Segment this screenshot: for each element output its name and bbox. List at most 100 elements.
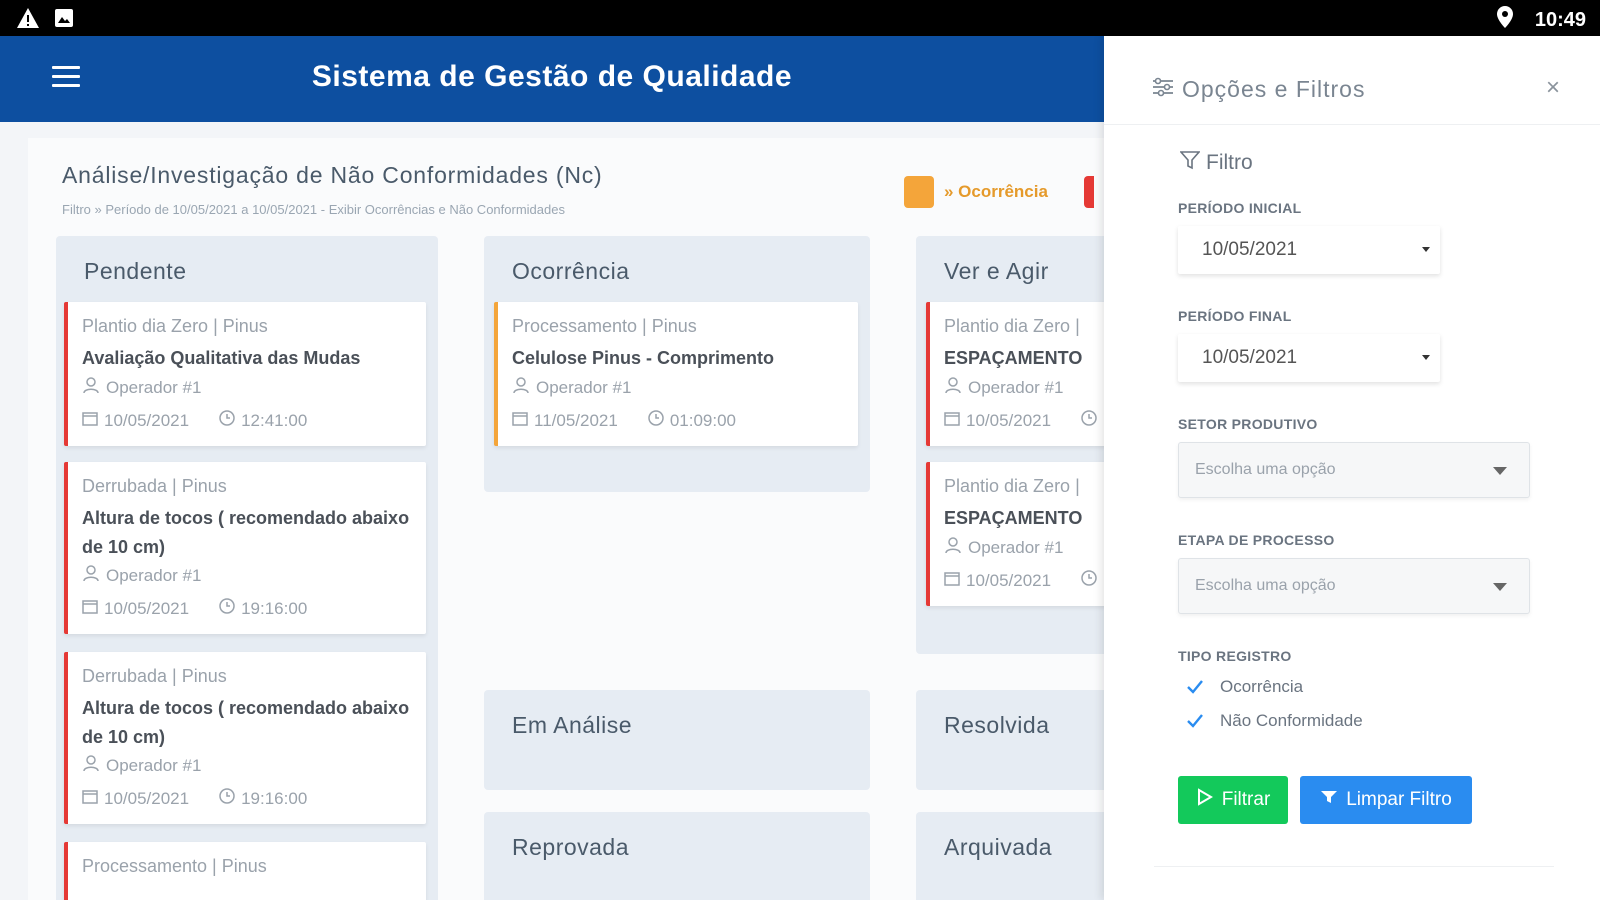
status-bar: 10:49 xyxy=(0,0,1600,36)
card-title: Altura de tocos ( recomendado abaixo de … xyxy=(82,508,410,557)
main-content: Análise/Investigação de Não Conformidade… xyxy=(28,138,1104,900)
checkbox-ocorrencia[interactable]: Ocorrência xyxy=(1184,676,1303,698)
card[interactable]: Plantio dia Zero | Pinus Avaliação Quali… xyxy=(64,302,426,446)
panel-title: Opções e Filtros xyxy=(1182,76,1366,102)
panel-header: Opções e Filtros xyxy=(1152,76,1365,103)
card-category: Plantio dia Zero | xyxy=(944,476,1080,496)
card-operator-row: Operador #1 xyxy=(82,564,201,587)
column-title: Arquivada xyxy=(944,834,1053,860)
card[interactable]: Processamento | Pinus xyxy=(64,842,426,900)
funnel-icon xyxy=(1320,789,1338,811)
card-operator: Operador #1 xyxy=(106,755,202,775)
checkmark-icon xyxy=(1184,676,1206,698)
column-ver-e-agir: Ver e Agir Plantio dia Zero | ESPAÇAMENT… xyxy=(916,236,1104,654)
card-date: 10/05/2021 xyxy=(104,410,190,430)
user-icon xyxy=(82,754,100,777)
checkbox-nao-conformidade[interactable]: Não Conformidade xyxy=(1184,710,1363,732)
clear-filter-button[interactable]: Limpar Filtro xyxy=(1300,776,1472,824)
etapa-processo-select[interactable]: Escolha uma opção xyxy=(1178,558,1530,614)
close-button[interactable]: × xyxy=(1546,74,1560,102)
column-title: Em Análise xyxy=(512,712,633,738)
column-resolvida: Resolvida xyxy=(916,690,1104,790)
user-icon xyxy=(82,564,100,587)
sliders-icon xyxy=(1152,76,1174,103)
clock-icon xyxy=(648,410,664,431)
periodo-inicial-value: 10/05/2021 xyxy=(1202,239,1298,260)
legend-nc-swatch xyxy=(1083,176,1094,208)
card-time: 12:41:00 xyxy=(241,410,308,430)
card-operator-row: Operador #1 xyxy=(944,536,1063,559)
app-bar: Sistema de Gestão de Qualidade xyxy=(0,36,1104,122)
app-title: Sistema de Gestão de Qualidade xyxy=(311,60,793,93)
etapa-processo-placeholder: Escolha uma opção xyxy=(1195,577,1336,594)
column-title: Reprovada xyxy=(512,834,630,860)
image-icon xyxy=(54,8,74,33)
clock-icon xyxy=(219,410,235,431)
column-pendente: Pendente Plantio dia Zero | Pinus Avalia… xyxy=(56,236,438,900)
clock-icon xyxy=(1081,410,1097,431)
card[interactable]: Plantio dia Zero | ESPAÇAMENTO Operador … xyxy=(926,462,1104,606)
play-icon xyxy=(1196,788,1214,812)
column-title: Ocorrência xyxy=(512,258,630,284)
tipo-registro-label: TIPO REGISTRO xyxy=(1178,648,1292,664)
filter-button-label: Filtrar xyxy=(1221,789,1271,810)
card-title: ESPAÇAMENTO xyxy=(944,348,1083,368)
card-datetime-row: 10/05/2021 19:16:00 xyxy=(82,788,307,809)
card-title: Avaliação Qualitativa das Mudas xyxy=(82,348,361,368)
checkmark-icon xyxy=(1184,710,1206,732)
clock-icon xyxy=(219,598,235,619)
card[interactable]: Plantio dia Zero | ESPAÇAMENTO Operador … xyxy=(926,302,1104,446)
calendar-icon xyxy=(82,788,98,809)
card-date: 10/05/2021 xyxy=(104,598,190,618)
divider xyxy=(1104,124,1600,125)
card-operator-row: Operador #1 xyxy=(82,754,201,777)
user-icon xyxy=(944,536,962,559)
card-title: Celulose Pinus - Comprimento xyxy=(512,348,775,368)
card-operator: Operador #1 xyxy=(106,377,202,397)
card[interactable]: Derrubada | Pinus Altura de tocos ( reco… xyxy=(64,652,426,824)
card-time: 19:16:00 xyxy=(241,788,308,808)
periodo-final-label: PERÍODO FINAL xyxy=(1178,308,1292,324)
etapa-processo-label: ETAPA DE PROCESSO xyxy=(1178,532,1335,548)
column-reprovada: Reprovada xyxy=(484,812,870,900)
card-date: 10/05/2021 xyxy=(104,788,190,808)
card-category: Plantio dia Zero | Pinus xyxy=(82,316,268,336)
card-time: 19:16:00 xyxy=(241,598,308,618)
legend-ocorrencia-swatch xyxy=(904,176,934,208)
card-operator: Operador #1 xyxy=(106,565,202,585)
column-title: Resolvida xyxy=(944,712,1050,738)
clock-icon xyxy=(1081,570,1097,591)
card-title: Altura de tocos ( recomendado abaixo de … xyxy=(82,698,410,747)
user-icon xyxy=(82,376,100,399)
caret-down-icon xyxy=(1422,247,1430,252)
card-datetime-row: 10/05/2021 xyxy=(944,570,1097,591)
periodo-final-field[interactable]: 10/05/2021 xyxy=(1178,334,1440,382)
card-category: Processamento | Pinus xyxy=(512,316,697,336)
card-category: Derrubada | Pinus xyxy=(82,476,227,496)
periodo-inicial-field[interactable]: 10/05/2021 xyxy=(1178,226,1440,274)
card[interactable]: Derrubada | Pinus Altura de tocos ( reco… xyxy=(64,462,426,634)
setor-produtivo-select[interactable]: Escolha uma opção xyxy=(1178,442,1530,498)
filter-button[interactable]: Filtrar xyxy=(1178,776,1288,824)
column-ocorrencia: Ocorrência Processamento | Pinus Celulos… xyxy=(484,236,870,492)
filters-panel: Opções e Filtros × Filtro PERÍODO INICIA… xyxy=(1104,36,1600,900)
card-category: Derrubada | Pinus xyxy=(82,666,227,686)
card-datetime-row: 11/05/2021 01:09:00 xyxy=(512,410,736,431)
clear-filter-button-label: Limpar Filtro xyxy=(1346,789,1452,810)
divider xyxy=(1154,866,1554,867)
card-date: 10/05/2021 xyxy=(966,410,1052,430)
card-datetime-row: 10/05/2021 xyxy=(944,410,1097,431)
filter-heading: Filtro xyxy=(1179,150,1253,176)
checkbox-label: Ocorrência xyxy=(1220,677,1304,696)
card-date: 10/05/2021 xyxy=(966,570,1052,590)
calendar-icon xyxy=(944,410,960,431)
caret-down-icon xyxy=(1422,355,1430,360)
card-operator: Operador #1 xyxy=(968,537,1064,557)
card[interactable]: Processamento | Pinus Celulose Pinus - C… xyxy=(494,302,858,446)
card-category: Processamento | Pinus xyxy=(82,856,267,876)
chevron-down-icon xyxy=(1493,583,1507,591)
setor-produtivo-placeholder: Escolha uma opção xyxy=(1195,461,1336,478)
page-subtitle: Filtro » Período de 10/05/2021 a 10/05/2… xyxy=(62,202,565,217)
filter-heading-label: Filtro xyxy=(1206,151,1253,174)
user-icon xyxy=(944,376,962,399)
